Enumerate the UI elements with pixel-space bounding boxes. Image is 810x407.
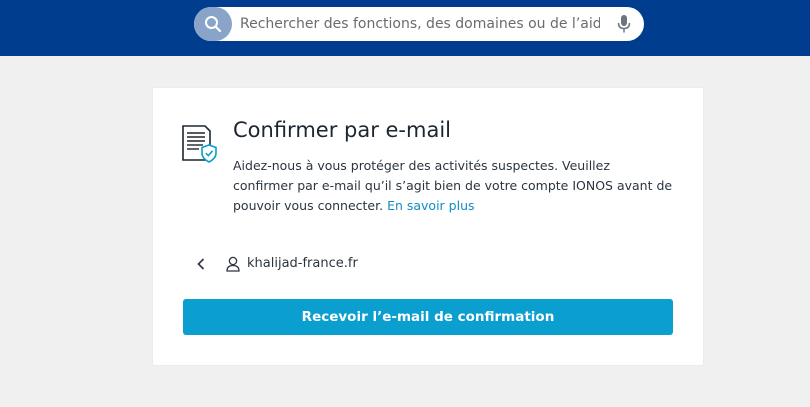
confirmation-card: Confirmer par e-mail Aidez-nous à vous p… — [153, 88, 703, 365]
search-button[interactable] — [194, 7, 232, 41]
page-title: Confirmer par e-mail — [233, 118, 451, 142]
search-icon — [205, 16, 222, 33]
search-bar — [194, 7, 644, 41]
user-icon — [226, 256, 240, 272]
account-name: khalijad-france.fr — [247, 256, 358, 271]
back-button[interactable] — [193, 256, 209, 272]
send-confirmation-email-button[interactable]: Recevoir l’e-mail de confirmation — [183, 299, 673, 335]
microphone-icon[interactable] — [617, 15, 631, 33]
description: Aidez-nous à vous protéger des activités… — [233, 156, 673, 216]
learn-more-link[interactable]: En savoir plus — [387, 198, 474, 213]
search-input[interactable] — [240, 7, 600, 41]
chevron-left-icon — [197, 258, 205, 270]
top-bar — [0, 0, 810, 56]
document-shield-icon — [182, 125, 217, 163]
